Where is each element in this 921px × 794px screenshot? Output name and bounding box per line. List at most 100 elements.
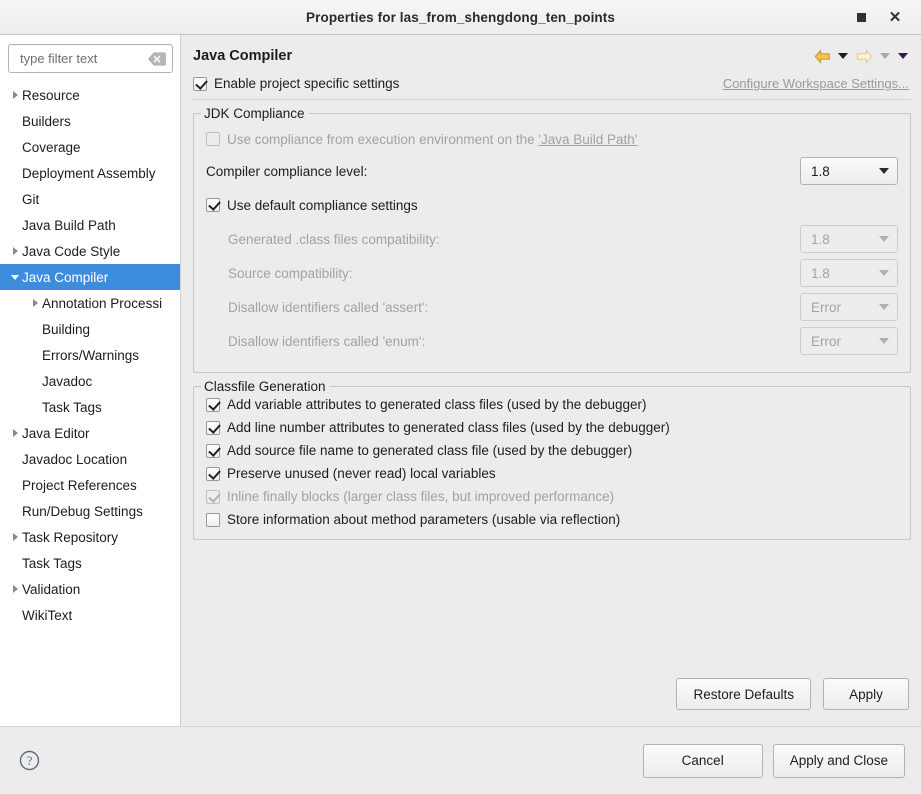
apply-button[interactable]: Apply: [823, 678, 909, 710]
maximize-icon[interactable]: [853, 9, 869, 25]
clear-icon[interactable]: [147, 51, 167, 66]
classfile-option-row[interactable]: Add source file name to generated class …: [206, 443, 898, 458]
page-menu-chevron-down-icon[interactable]: [895, 45, 911, 67]
classfile-option-checkbox[interactable]: [206, 397, 220, 412]
chevron-right-icon[interactable]: [8, 244, 22, 258]
configure-workspace-settings-link[interactable]: Configure Workspace Settings...: [723, 76, 909, 91]
chevron-down-icon: [879, 338, 889, 344]
sidebar-item-task-tags[interactable]: Task Tags: [0, 394, 180, 420]
chevron-down-icon: [879, 168, 889, 174]
sidebar-item-building[interactable]: Building: [0, 316, 180, 342]
sidebar-item-label: WikiText: [22, 607, 73, 623]
generated-class-compatibility-value: 1.8: [811, 231, 830, 247]
sidebar-item-label: Task Tags: [22, 555, 82, 571]
compiler-compliance-level-dropdown[interactable]: 1.8: [800, 157, 898, 185]
close-icon[interactable]: ✕: [887, 9, 903, 25]
chevron-down-icon: [879, 236, 889, 242]
window-controls: ✕: [853, 9, 913, 25]
settings-tree-pane: Resource Builders Coverage Deployment Assem…: [0, 35, 181, 726]
sidebar-item-java-compiler[interactable]: Java Compiler: [0, 264, 180, 290]
sidebar-item-label: Git: [22, 191, 40, 207]
back-history-chevron-down-icon[interactable]: [835, 45, 851, 67]
sidebar-item-java-code-style[interactable]: Java Code Style: [0, 238, 180, 264]
forward-arrow-icon[interactable]: [853, 45, 875, 67]
disallow-enum-value: Error: [811, 333, 841, 349]
sidebar-item-errors-warnings[interactable]: Errors/Warnings: [0, 342, 180, 368]
classfile-option-label: Store information about method parameter…: [227, 512, 621, 527]
sidebar-item-wikitext[interactable]: WikiText: [0, 602, 180, 628]
classfile-option-row[interactable]: Add variable attributes to generated cla…: [206, 397, 898, 412]
classfile-option-label: Add variable attributes to generated cla…: [227, 397, 647, 412]
classfile-option-label: Add source file name to generated class …: [227, 443, 633, 458]
classfile-option-label: Add line number attributes to generated …: [227, 420, 670, 435]
sidebar-item-resource[interactable]: Resource: [0, 82, 180, 108]
chevron-down-icon: [879, 270, 889, 276]
sidebar-item-label: Task Tags: [42, 399, 102, 415]
sidebar-item-coverage[interactable]: Coverage: [0, 134, 180, 160]
sidebar-item-task-repository[interactable]: Task Repository: [0, 524, 180, 550]
source-compatibility-label: Source compatibility:: [228, 265, 353, 281]
classfile-option-checkbox[interactable]: [206, 466, 220, 481]
sidebar-item-javadoc-location[interactable]: Javadoc Location: [0, 446, 180, 472]
sidebar-item-validation[interactable]: Validation: [0, 576, 180, 602]
use-execution-environment-label: Use compliance from execution environmen…: [227, 132, 637, 147]
cancel-button[interactable]: Cancel: [642, 743, 763, 778]
title-bar: Properties for las_from_shengdong_ten_po…: [0, 0, 921, 35]
generated-class-compatibility-row: Generated .class files compatibility: 1.…: [206, 224, 898, 254]
page-title: Java Compiler: [193, 48, 293, 64]
sidebar-item-annotation-processi[interactable]: Annotation Processi: [0, 290, 180, 316]
sidebar-item-git[interactable]: Git: [0, 186, 180, 212]
enable-project-specific-settings-checkbox[interactable]: [193, 76, 207, 91]
classfile-option-row: Inline finally blocks (larger class file…: [206, 489, 898, 504]
use-default-compliance-checkbox-row[interactable]: Use default compliance settings: [206, 198, 418, 213]
classfile-option-row[interactable]: Store information about method parameter…: [206, 512, 898, 527]
filter-box[interactable]: [8, 44, 173, 73]
classfile-option-checkbox[interactable]: [206, 443, 220, 458]
sidebar-item-project-references[interactable]: Project References: [0, 472, 180, 498]
source-compatibility-dropdown: 1.8: [800, 259, 898, 287]
sidebar-item-builders[interactable]: Builders: [0, 108, 180, 134]
classfile-option-checkbox[interactable]: [206, 512, 220, 527]
use-execution-environment-checkbox-row: Use compliance from execution environmen…: [206, 132, 637, 147]
classfile-option-row[interactable]: Preserve unused (never read) local varia…: [206, 466, 898, 481]
filter-input[interactable]: [18, 50, 147, 67]
chevron-right-icon[interactable]: [28, 296, 42, 310]
enable-project-specific-settings-checkbox-row[interactable]: Enable project specific settings: [193, 76, 399, 91]
sidebar-item-java-build-path[interactable]: Java Build Path: [0, 212, 180, 238]
classfile-option-row[interactable]: Add line number attributes to generated …: [206, 420, 898, 435]
sidebar-item-deployment-assembly[interactable]: Deployment Assembly: [0, 160, 180, 186]
disallow-enum-dropdown: Error: [800, 327, 898, 355]
sidebar-item-label: Run/Debug Settings: [22, 503, 143, 519]
settings-tree[interactable]: Resource Builders Coverage Deployment Assem…: [0, 81, 180, 726]
sidebar-item-javadoc[interactable]: Javadoc: [0, 368, 180, 394]
chevron-right-icon[interactable]: [8, 582, 22, 596]
chevron-right-icon[interactable]: [8, 530, 22, 544]
apply-and-close-button[interactable]: Apply and Close: [772, 743, 905, 778]
back-arrow-icon[interactable]: [811, 45, 833, 67]
sidebar-item-label: Java Build Path: [22, 217, 116, 233]
dialog-footer: ? Cancel Apply and Close: [0, 726, 921, 794]
chevron-down-icon: [879, 304, 889, 310]
sidebar-item-label: Task Repository: [22, 529, 119, 545]
sidebar-item-java-editor[interactable]: Java Editor: [0, 420, 180, 446]
classfile-generation-group: Classfile Generation Add variable attrib…: [193, 379, 911, 540]
jdk-compliance-group: JDK Compliance Use compliance from execu…: [193, 106, 911, 373]
sidebar-item-task-tags[interactable]: Task Tags: [0, 550, 180, 576]
sidebar-item-label: Project References: [22, 477, 137, 493]
page-action-buttons: Restore Defaults Apply: [191, 678, 911, 726]
chevron-down-icon[interactable]: [8, 270, 22, 284]
classfile-option-checkbox[interactable]: [206, 420, 220, 435]
disallow-enum-row: Disallow identifiers called 'enum': Erro…: [206, 326, 898, 356]
chevron-right-icon[interactable]: [8, 426, 22, 440]
sidebar-item-label: Annotation Processi: [42, 295, 163, 311]
forward-history-chevron-down-icon[interactable]: [877, 45, 893, 67]
use-default-compliance-checkbox[interactable]: [206, 198, 220, 212]
restore-defaults-button[interactable]: Restore Defaults: [676, 678, 811, 710]
generated-class-compatibility-dropdown: 1.8: [800, 225, 898, 253]
help-icon[interactable]: ?: [18, 750, 40, 772]
sidebar-item-label: Javadoc Location: [22, 451, 128, 467]
page-header: Java Compiler: [191, 35, 911, 74]
chevron-right-icon[interactable]: [8, 88, 22, 102]
classfile-option-checkbox: [206, 489, 220, 504]
sidebar-item-run-debug-settings[interactable]: Run/Debug Settings: [0, 498, 180, 524]
